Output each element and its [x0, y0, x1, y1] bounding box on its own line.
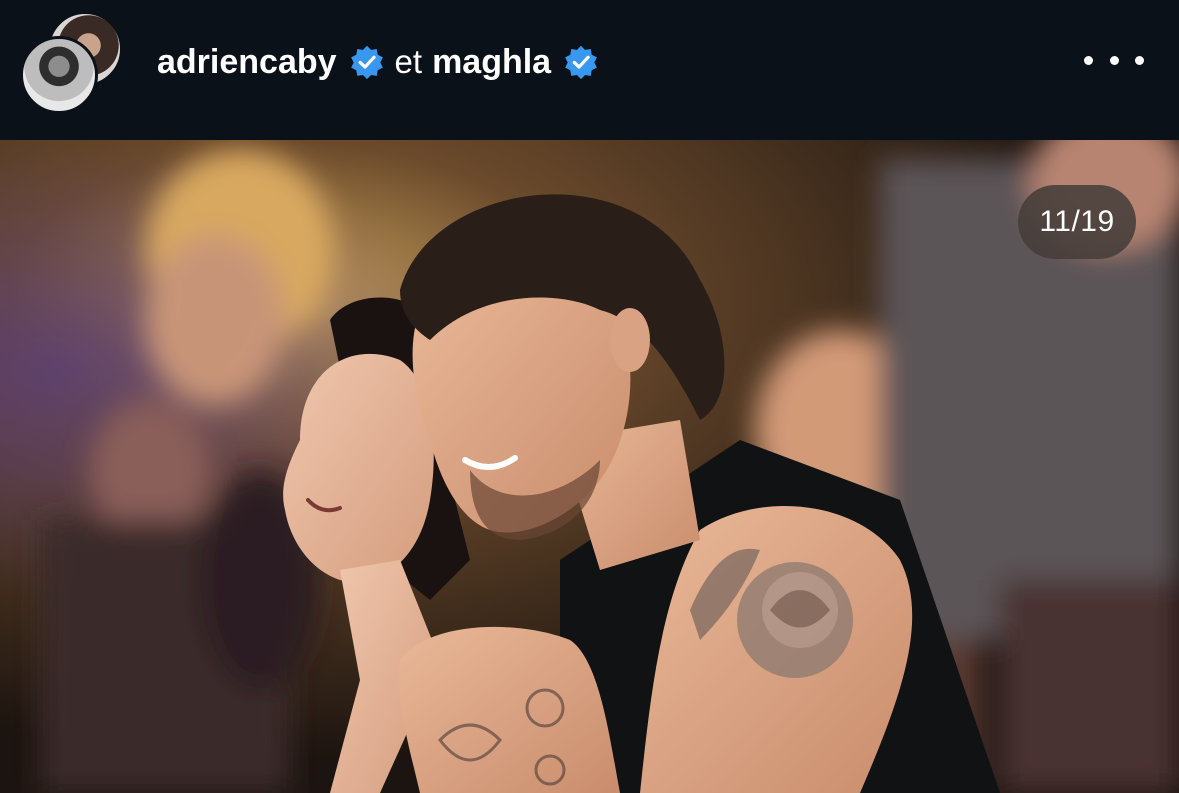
- carousel-counter-badge: 11/19: [1018, 185, 1136, 259]
- username-adriencaby[interactable]: adriencaby: [157, 43, 337, 82]
- username-separator: et: [394, 43, 423, 80]
- more-horizontal-icon: [1109, 55, 1119, 65]
- avatar-adriencaby[interactable]: [20, 36, 98, 114]
- collab-usernames: adriencaby et maghla: [157, 40, 599, 84]
- more-horizontal-icon: [1135, 55, 1144, 65]
- username-maghla[interactable]: maghla: [432, 43, 551, 82]
- verified-badge-icon: [565, 45, 597, 80]
- verified-badge-icon: [350, 45, 383, 80]
- post-header: adriencaby et maghla: [0, 0, 1179, 140]
- more-horizontal-icon: [1084, 55, 1093, 65]
- post-photo[interactable]: [0, 140, 1179, 793]
- more-options-button[interactable]: [1084, 44, 1144, 76]
- collab-avatars[interactable]: [20, 12, 122, 114]
- photo-illustration: [0, 140, 1179, 793]
